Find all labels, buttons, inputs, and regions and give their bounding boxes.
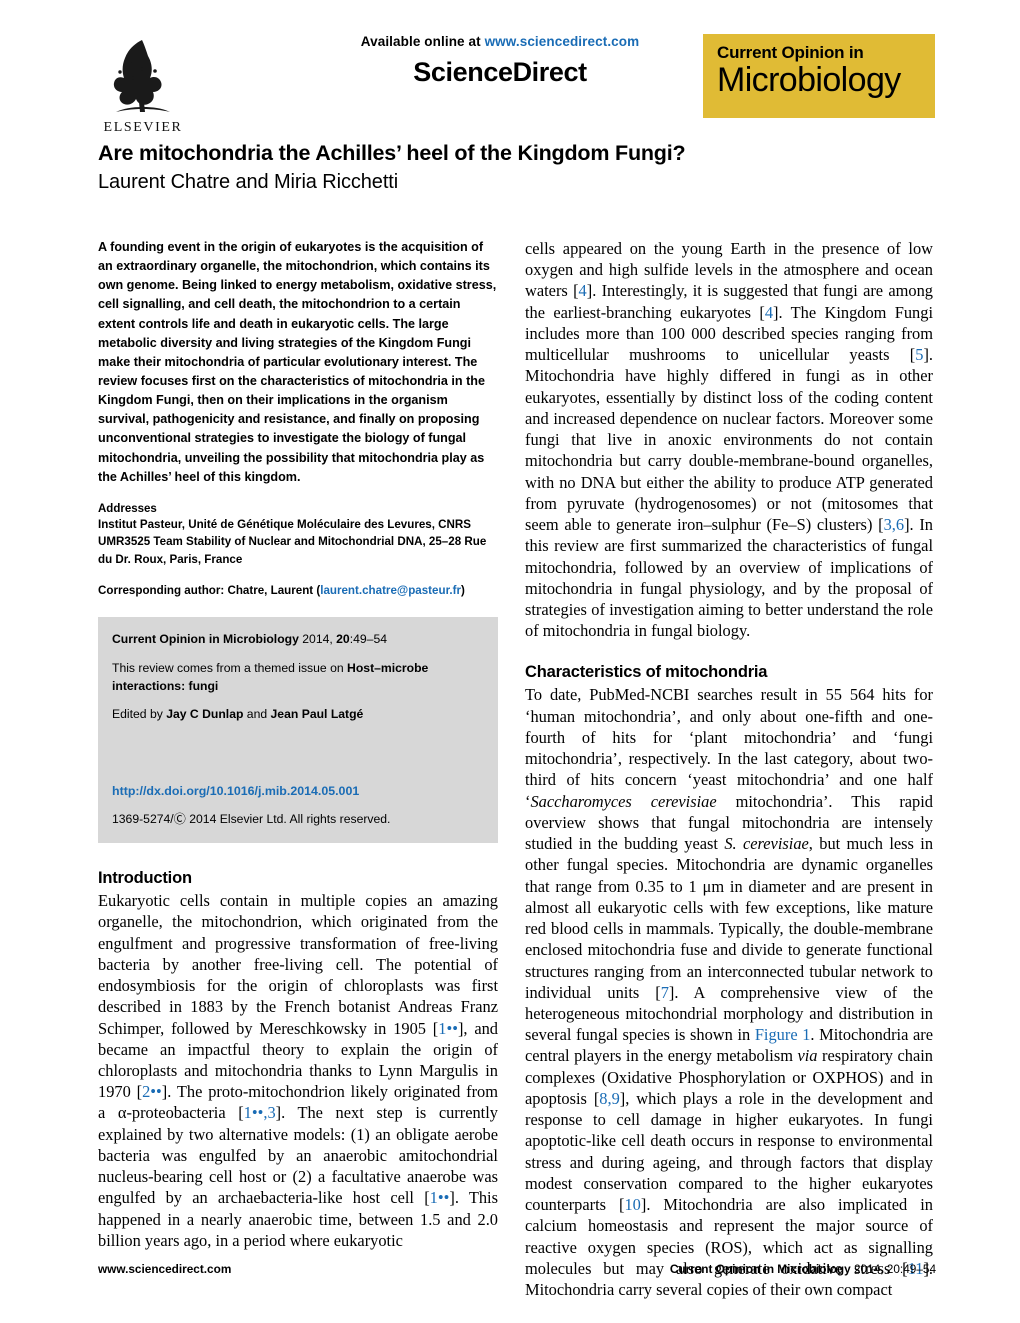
reference-link-4a[interactable]: 4	[579, 281, 587, 300]
corresponding-author-line: Corresponding author: Chatre, Laurent (l…	[98, 582, 498, 599]
footer-sciencedirect-url[interactable]: www.sciencedirect.com	[98, 1262, 231, 1276]
article-title: Are mitochondria the Achilles’ heel of t…	[98, 141, 686, 165]
characteristics-paragraph: To date, PubMed-NCBI searches result in …	[525, 684, 933, 1300]
citation-journal-line: Current Opinion in Microbiology 2014, 20…	[112, 631, 484, 649]
themed-issue-line: This review comes from a themed issue on…	[112, 660, 484, 695]
edited-by-line: Edited by Jay C Dunlap and Jean Paul Lat…	[112, 706, 484, 724]
sciencedirect-wordmark: ScienceDirect	[413, 57, 587, 87]
citation-year: 2014,	[298, 632, 337, 647]
article-authors: Laurent Chatre and Miria Ricchetti	[98, 170, 399, 193]
journal-logo: Current Opinion in Microbiology	[703, 34, 935, 118]
sciencedirect-block: Available online at www.sciencedirect.co…	[270, 34, 730, 88]
introduction-paragraph: Eukaryotic cells contain in multiple cop…	[98, 890, 498, 1251]
title-block: Are mitochondria the Achilles’ heel of t…	[98, 140, 938, 194]
left-column: A founding event in the origin of eukary…	[98, 238, 498, 1251]
reference-link-3-6[interactable]: 3,6	[884, 515, 905, 534]
corresponding-author-prefix: Corresponding author: Chatre, Laurent (	[98, 584, 321, 597]
themed-issue-prefix: This review comes from a themed issue on	[112, 661, 348, 676]
masthead: ELSEVIER Available online at www.science…	[90, 26, 935, 136]
corresponding-author-suffix: )	[461, 584, 465, 597]
article-page: ELSEVIER Available online at www.science…	[0, 0, 1020, 1323]
char-text-c: , but much less in other fungal species.…	[525, 834, 934, 1002]
edited-by-joiner: and	[243, 707, 271, 722]
edited-by-prefix: Edited by	[112, 707, 167, 722]
footer-journal-name: Current Opinion in Microbiology	[669, 1262, 851, 1276]
reference-link-10[interactable]: 10	[624, 1195, 640, 1214]
intro-text-a: Eukaryotic cells contain in multiple cop…	[98, 891, 498, 1038]
citation-journal-name: Current Opinion in Microbiology	[112, 632, 299, 647]
elsevier-wordmark: ELSEVIER	[103, 120, 183, 135]
right-column: cells appeared on the young Earth in the…	[525, 238, 933, 1300]
available-online-text: Available online at	[360, 34, 485, 49]
page-footer: www.sciencedirect.com Current Opinion in…	[98, 1262, 936, 1276]
citation-volume: 20	[336, 632, 350, 647]
citation-box: Current Opinion in Microbiology 2014, 20…	[98, 617, 498, 741]
reference-link-7[interactable]: 7	[661, 983, 669, 1002]
section-heading-introduction: Introduction	[98, 869, 192, 888]
right-column-continued-paragraph: cells appeared on the young Earth in the…	[525, 238, 933, 641]
sciencedirect-url-link[interactable]: www.sciencedirect.com	[485, 34, 640, 49]
reference-link-1a[interactable]: 1••	[438, 1019, 458, 1038]
via-italic: via	[797, 1046, 818, 1066]
reference-link-1b[interactable]: 1••,3	[244, 1103, 276, 1122]
reference-link-4b[interactable]: 4	[765, 303, 773, 322]
addresses-body: Institut Pasteur, Unité de Génétique Mol…	[98, 517, 487, 566]
editor-two: Jean Paul Latgé	[270, 707, 364, 722]
reference-link-1c[interactable]: 1••	[430, 1188, 450, 1207]
species-name-saccharomyces: Saccharomyces cerevisiae	[530, 791, 717, 811]
available-online-line: Available online at www.sciencedirect.co…	[270, 34, 730, 49]
doi-link[interactable]: http://dx.doi.org/10.1016/j.mib.2014.05.…	[112, 784, 484, 798]
journal-logo-title: Microbiology	[717, 60, 901, 99]
section-heading-characteristics: Characteristics of mitochondria	[525, 663, 768, 682]
footer-journal-citation: Current Opinion in Microbiology 2014, 20…	[670, 1262, 936, 1276]
doi-box: http://dx.doi.org/10.1016/j.mib.2014.05.…	[98, 784, 498, 844]
elsevier-tree-icon	[104, 34, 182, 118]
corresponding-author-email-link[interactable]: laurent.chatre@pasteur.fr	[320, 584, 461, 597]
journal-logo-top-text: Current Opinion in	[717, 43, 864, 62]
copyright-line: 1369-5274/Ⓒ 2014 Elsevier Ltd. All right…	[112, 812, 391, 827]
elsevier-logo: ELSEVIER	[98, 26, 188, 136]
species-name-s-cerevisiae: S. cerevisiae	[724, 834, 809, 854]
reference-link-8-9[interactable]: 8,9	[599, 1089, 620, 1108]
editor-one: Jay C Dunlap	[166, 707, 244, 722]
figure-1-link[interactable]: Figure 1	[755, 1025, 811, 1044]
citation-box-spacer	[98, 740, 498, 785]
footer-journal-issue: 2014, 20:49–54	[850, 1262, 936, 1276]
reference-link-2[interactable]: 2••	[142, 1082, 162, 1101]
addresses-heading: Addresses	[98, 502, 157, 515]
abstract-text: A founding event in the origin of eukary…	[98, 240, 497, 484]
right-text-d: ]. Mitochondria have highly differed in …	[525, 345, 933, 535]
citation-pages: :49–54	[349, 632, 387, 647]
